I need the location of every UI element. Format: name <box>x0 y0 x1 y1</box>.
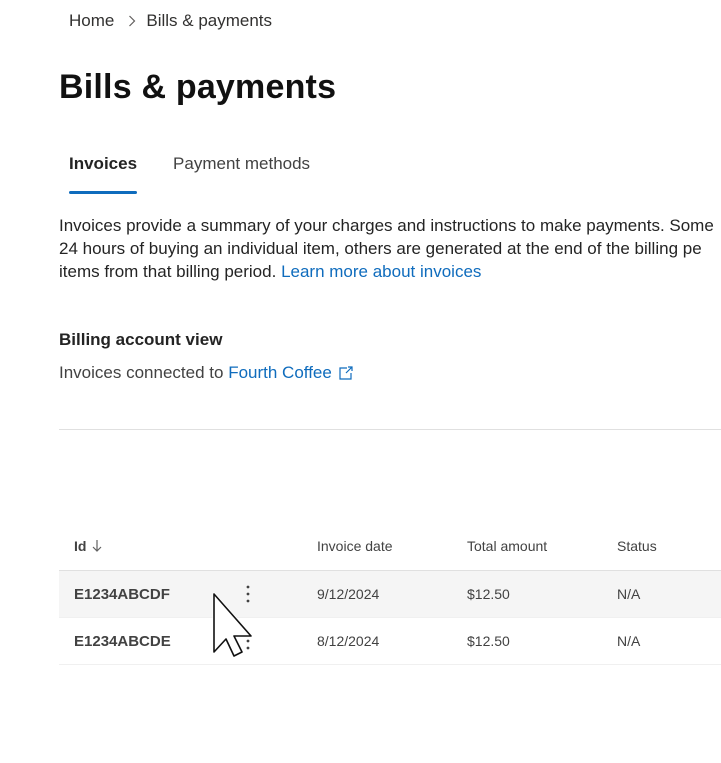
description-line-3: items from that billing period. Learn mo… <box>59 260 721 283</box>
open-external-icon[interactable] <box>338 366 354 380</box>
status-cell: N/A <box>617 633 641 649</box>
learn-more-invoices-link[interactable]: Learn more about invoices <box>281 262 481 281</box>
tab-invoices[interactable]: Invoices <box>59 148 147 194</box>
section-divider <box>59 429 721 430</box>
invoice-id-link[interactable]: E1234ABCDF <box>74 571 170 617</box>
breadcrumb-home-link[interactable]: Home <box>69 11 114 31</box>
column-header-id[interactable]: Id <box>74 522 102 570</box>
breadcrumb-current: Bills & payments <box>146 11 273 30</box>
column-header-total-amount[interactable]: Total amount <box>467 522 547 570</box>
sort-arrow-down-icon[interactable] <box>92 539 102 553</box>
more-options-icon[interactable] <box>239 584 257 604</box>
invoice-date-cell: 8/12/2024 <box>317 633 380 649</box>
chevron-right-icon <box>128 15 136 27</box>
invoice-id-link[interactable]: E1234ABCDE <box>74 618 171 664</box>
table-header: Id Invoice date Total amount Status <box>59 522 721 571</box>
description-line-2: 24 hours of buying an individual item, o… <box>59 239 702 258</box>
table-row[interactable]: E1234ABCDE 8/12/2024 $12.50 N/A <box>59 618 721 665</box>
billing-account-prefix: Invoices connected to <box>59 363 224 382</box>
tab-list: Invoices Payment methods <box>59 148 336 194</box>
column-header-status[interactable]: Status <box>617 522 657 570</box>
status-cell: N/A <box>617 586 641 602</box>
total-amount-cell: $12.50 <box>467 633 510 649</box>
column-header-id-label: Id <box>74 538 87 554</box>
invoices-description: Invoices provide a summary of your charg… <box>59 214 721 283</box>
breadcrumb: Home Bills & payments <box>69 10 272 32</box>
description-line-3-text: items from that billing period. <box>59 262 277 281</box>
invoices-table: Id Invoice date Total amount Status E123… <box>59 522 721 665</box>
billing-account-link[interactable]: Fourth Coffee <box>228 363 332 383</box>
table-row[interactable]: E1234ABCDF 9/12/2024 $12.50 N/A <box>59 571 721 618</box>
tab-payment-methods[interactable]: Payment methods <box>163 148 320 194</box>
invoice-date-cell: 9/12/2024 <box>317 586 380 602</box>
more-options-icon[interactable] <box>239 631 257 651</box>
page-title: Bills & payments <box>59 68 337 106</box>
billing-account-heading: Billing account view <box>59 330 223 349</box>
billing-account-line: Invoices connected to Fourth Coffee <box>59 363 354 383</box>
description-line-1: Invoices provide a summary of your charg… <box>59 216 714 235</box>
column-header-invoice-date[interactable]: Invoice date <box>317 522 393 570</box>
total-amount-cell: $12.50 <box>467 586 510 602</box>
